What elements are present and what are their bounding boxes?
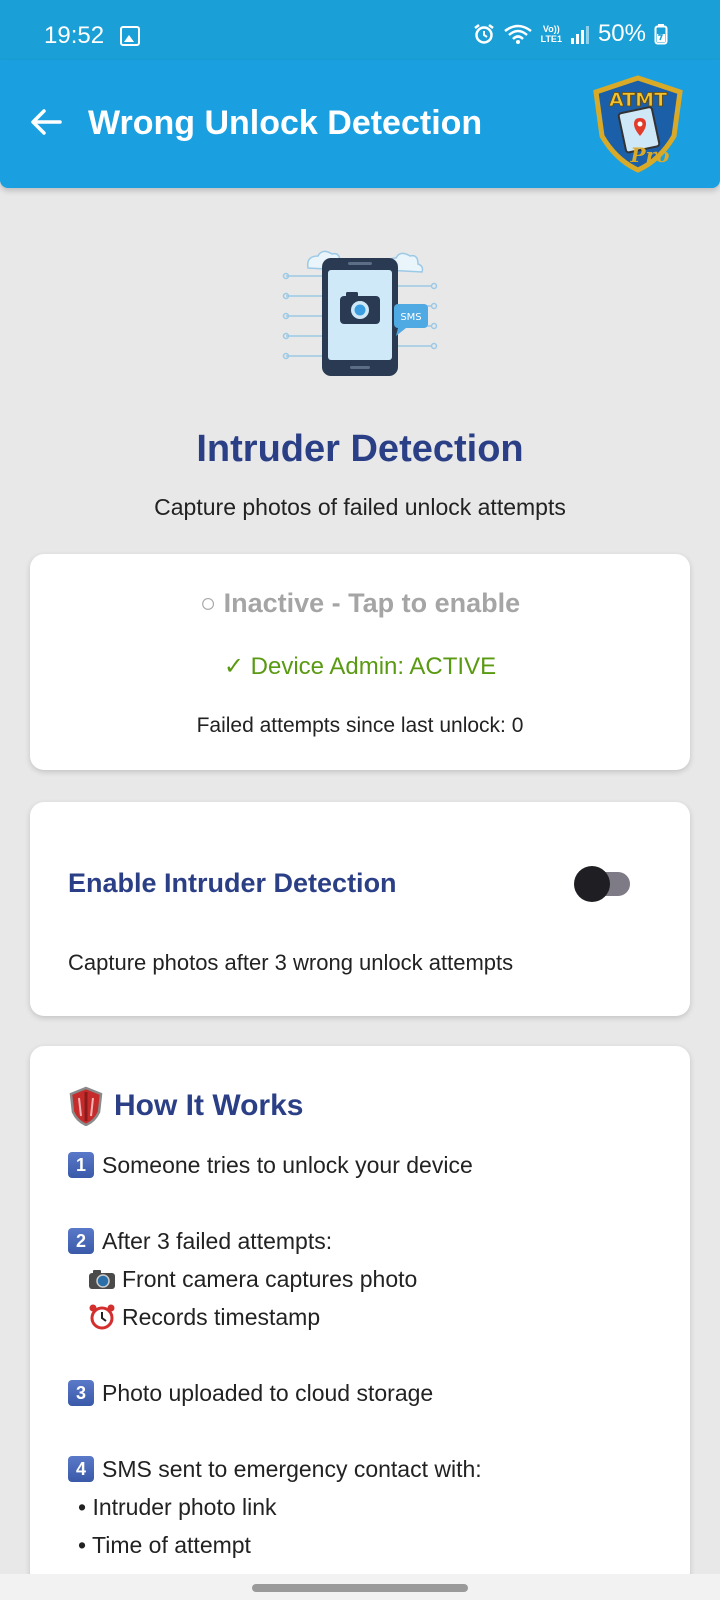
volte-indicator: Vo)) LTE1 <box>540 24 562 44</box>
enable-detection-card: Enable Intruder Detection Capture photos… <box>30 802 690 1016</box>
phone-camera-illustration: SMS <box>282 250 438 376</box>
failed-attempts-count: Failed attempts since last unlock: 0 <box>196 714 524 737</box>
alarm-icon <box>473 24 494 44</box>
how-it-works-header: How It Works <box>68 1086 303 1126</box>
status-card[interactable]: ○ Inactive - Tap to enable ✓ Device Admi… <box>30 554 690 770</box>
device-admin-status: ✓ Device Admin: ACTIVE <box>223 653 497 680</box>
step-4: 4 SMS sent to emergency contact with: <box>68 1450 668 1488</box>
how-it-works-card: How It Works 1 Someone tries to unlock y… <box>30 1046 690 1586</box>
app-title: Wrong Unlock Detection <box>88 104 483 142</box>
shield-icon <box>69 1086 103 1126</box>
step-4-detail-time: • Time of attempt <box>78 1531 251 1558</box>
svg-text:Pro: Pro <box>630 143 670 167</box>
page-subtitle: Capture photos of failed unlock attempts <box>154 494 566 520</box>
enable-detection-title: Enable Intruder Detection <box>68 868 397 898</box>
toggle-thumb <box>574 866 610 902</box>
step-2-detail-timestamp: Records timestamp <box>68 1298 668 1336</box>
keycap-2-icon: 2 <box>68 1228 94 1254</box>
enable-detection-toggle[interactable] <box>570 862 634 902</box>
status-bar: 19:52 Vo)) LTE1 50% <box>0 0 720 60</box>
step-2-detail-camera: Front camera captures photo <box>68 1260 668 1298</box>
back-arrow-icon[interactable] <box>24 100 68 144</box>
keycap-1-icon: 1 <box>68 1152 94 1178</box>
status-icons: Vo)) LTE1 50% <box>473 20 668 48</box>
app-bar: Wrong Unlock Detection ATMT Pro <box>0 60 720 188</box>
step-1: 1 Someone tries to unlock your device <box>68 1146 668 1184</box>
gallery-notification-icon <box>120 26 140 46</box>
signal-icon <box>570 26 589 44</box>
wifi-icon <box>503 24 532 44</box>
battery-percent: 50% <box>597 20 646 47</box>
camera-icon <box>89 1270 115 1289</box>
battery-charging-icon <box>654 24 668 45</box>
keycap-3-icon: 3 <box>68 1380 94 1406</box>
svg-text:SMS: SMS <box>400 312 421 323</box>
step-3: 3 Photo uploaded to cloud storage <box>68 1374 668 1412</box>
svg-text:ATMT: ATMT <box>609 89 667 111</box>
detection-status[interactable]: ○ Inactive - Tap to enable <box>30 588 690 619</box>
app-logo: ATMT Pro <box>593 75 683 173</box>
status-time: 19:52 <box>44 22 105 49</box>
enable-detection-description: Capture photos after 3 wrong unlock atte… <box>68 950 514 975</box>
home-gesture-handle[interactable] <box>252 1584 468 1592</box>
page-title: Intruder Detection <box>196 428 524 470</box>
how-it-works-steps: 1 Someone tries to unlock your device 2 … <box>68 1146 668 1564</box>
alarm-clock-icon <box>89 1304 115 1330</box>
keycap-4-icon: 4 <box>68 1456 94 1482</box>
step-4-detail-photo: • Intruder photo link <box>78 1493 277 1520</box>
how-it-works-title: How It Works <box>114 1089 304 1122</box>
system-navigation-bar <box>0 1574 720 1600</box>
step-2: 2 After 3 failed attempts: <box>68 1222 668 1260</box>
